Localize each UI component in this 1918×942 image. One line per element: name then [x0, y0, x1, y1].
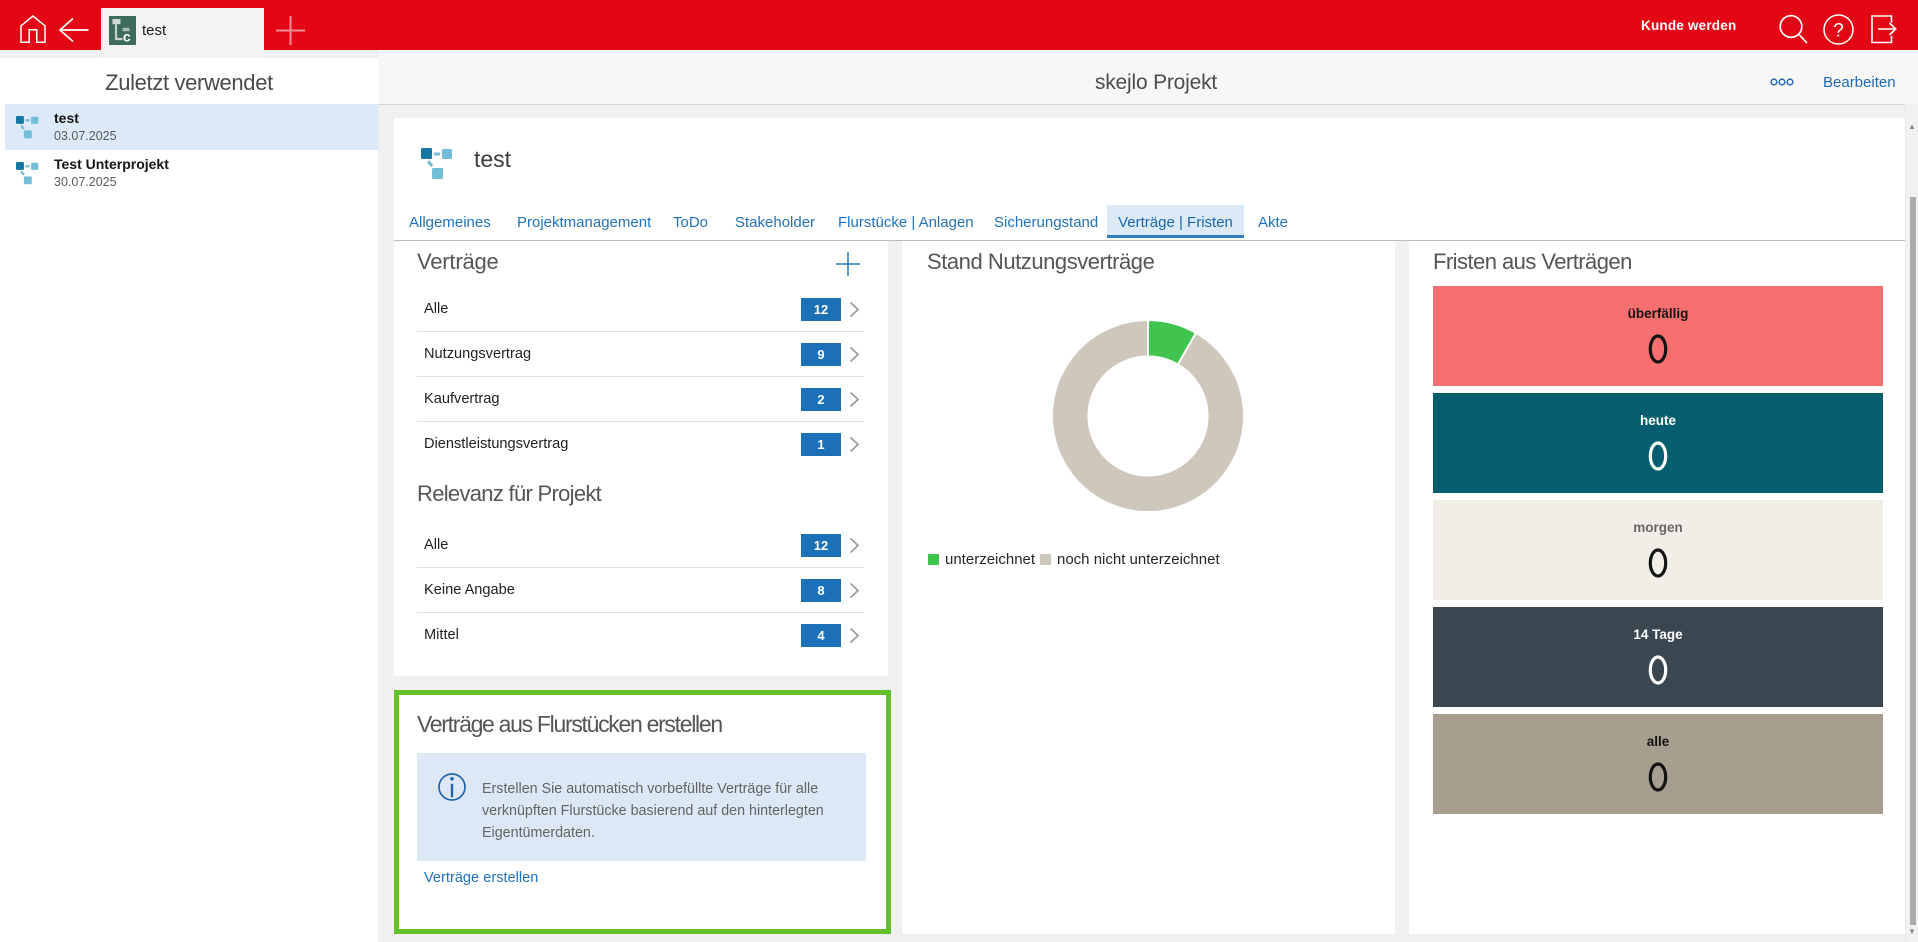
- svg-text:?: ?: [1833, 21, 1844, 42]
- svg-text:c: c: [123, 29, 131, 45]
